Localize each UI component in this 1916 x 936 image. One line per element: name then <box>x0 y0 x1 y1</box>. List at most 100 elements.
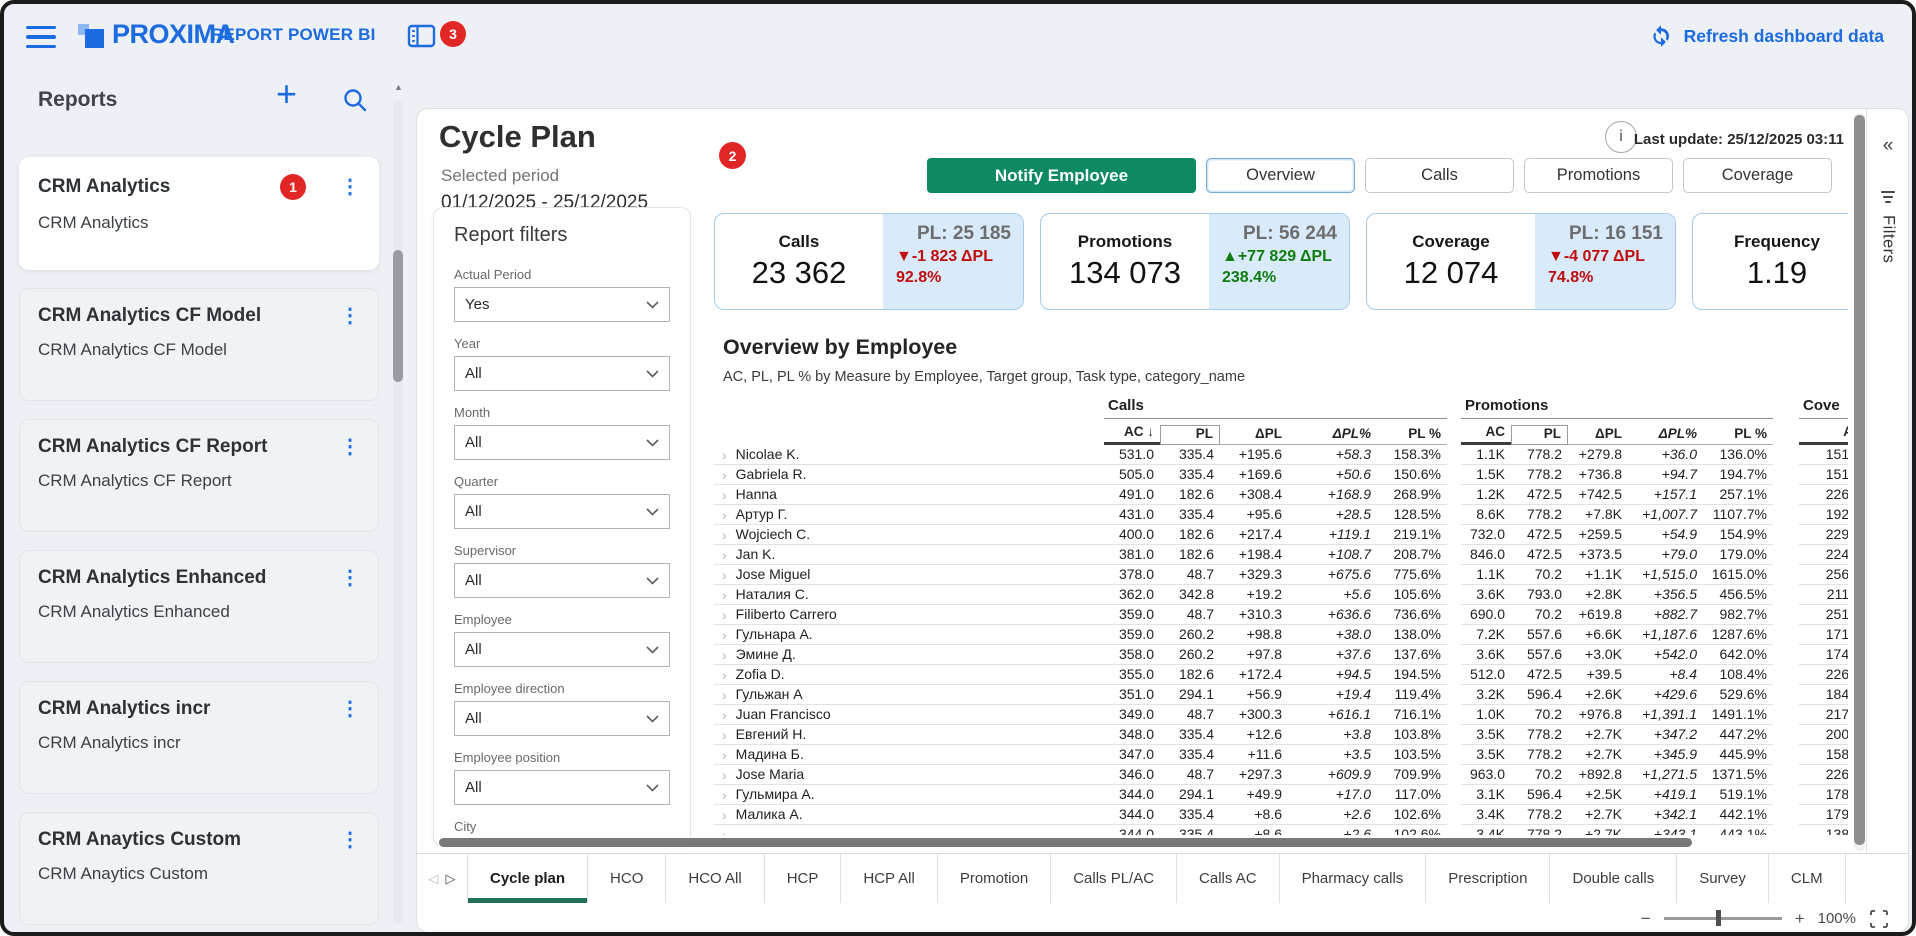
column-header[interactable]: ΔPL% <box>1288 426 1377 445</box>
row-expand-icon[interactable]: › <box>722 748 727 762</box>
table-row[interactable]: › Jose Miguel 378.048.7+329.3+675.6775.6… <box>714 565 1848 585</box>
table-row[interactable]: › Мадина Б. 347.0335.4+11.6+3.5103.5% 3.… <box>714 745 1848 765</box>
kebab-menu-icon[interactable]: ⋮ <box>340 306 360 326</box>
table-row[interactable]: › Juan Francisco 349.048.7+300.3+616.171… <box>714 705 1848 725</box>
column-header[interactable]: ΔPL <box>1220 426 1288 445</box>
column-header[interactable]: ΔPL <box>1568 426 1628 445</box>
tab-calls-pl-ac[interactable]: Calls PL/AC <box>1050 854 1176 903</box>
kebab-menu-icon[interactable]: ⋮ <box>340 830 360 850</box>
fullscreen-icon[interactable] <box>1869 909 1889 929</box>
row-expand-icon[interactable]: › <box>722 688 727 702</box>
expand-filters-icon[interactable]: « <box>1883 135 1894 157</box>
filter-select-employee-direction[interactable]: All <box>454 701 670 736</box>
kebab-menu-icon[interactable]: ⋮ <box>340 699 360 719</box>
zoom-slider-thumb[interactable] <box>1716 910 1721 926</box>
menu-icon[interactable] <box>26 26 56 48</box>
row-expand-icon[interactable]: › <box>722 588 727 602</box>
table-row[interactable]: › Наталия С. 362.0342.8+19.2+5.6105.6% 3… <box>714 585 1848 605</box>
table-row[interactable]: › 344.0335.4+8.6+2.6102.6% 3.4K778.2+2.7… <box>714 825 1848 835</box>
row-expand-icon[interactable]: › <box>722 528 727 542</box>
view-button-coverage[interactable]: Coverage <box>1683 158 1832 193</box>
report-card-crm-analytics-cf-model[interactable]: CRM Analytics CF Model ⋮ CRM Analytics C… <box>19 288 379 401</box>
add-report-button[interactable]: + <box>276 76 297 112</box>
table-row[interactable]: › Артур Г. 431.0335.4+95.6+28.5128.5% 8.… <box>714 505 1848 525</box>
kebab-menu-icon[interactable]: ⋮ <box>340 437 360 457</box>
table-row[interactable]: › Гульмира А. 344.0294.1+49.9+17.0117.0%… <box>714 785 1848 805</box>
zoom-in-button[interactable]: + <box>1795 910 1805 927</box>
tab-cycle-plan[interactable]: Cycle plan <box>467 854 587 903</box>
tab-nav-forward-icon[interactable]: ▷ <box>446 871 456 887</box>
scroll-up-icon[interactable]: ▲ <box>394 82 403 92</box>
tab-hco-all[interactable]: HCO All <box>665 854 763 903</box>
row-expand-icon[interactable]: › <box>722 448 727 462</box>
tab-hco[interactable]: HCO <box>587 854 665 903</box>
table-row[interactable]: › Wojciech C. 400.0182.6+217.4+119.1219.… <box>714 525 1848 545</box>
sidebar-scrollbar[interactable]: ▲ <box>393 100 403 924</box>
row-expand-icon[interactable]: › <box>722 508 727 522</box>
row-expand-icon[interactable]: › <box>722 708 727 722</box>
report-card-crm-analytics-enhanced[interactable]: CRM Analytics Enhanced ⋮ CRM Analytics E… <box>19 550 379 663</box>
column-header[interactable]: PL % <box>1377 426 1447 445</box>
view-button-calls[interactable]: Calls <box>1365 158 1514 193</box>
tab-nav-back-icon[interactable]: ◁ <box>429 871 439 887</box>
table-row[interactable]: › Nicolae K. 531.0335.4+195.6+58.3158.3%… <box>714 445 1848 465</box>
column-header[interactable]: AC <box>1461 424 1511 445</box>
report-card-crm-anaytics-custom[interactable]: CRM Anaytics Custom ⋮ CRM Anaytics Custo… <box>19 812 379 925</box>
filter-select-employee-position[interactable]: All <box>454 770 670 805</box>
row-expand-icon[interactable]: › <box>722 488 727 502</box>
sidebar-scrollbar-thumb[interactable] <box>393 250 403 382</box>
tab-clm[interactable]: CLM <box>1768 854 1846 903</box>
tab-hcp[interactable]: HCP <box>764 854 841 903</box>
column-header[interactable]: PL % <box>1703 426 1773 445</box>
report-card-crm-analytics-incr[interactable]: CRM Analytics incr ⋮ CRM Analytics incr <box>19 681 379 794</box>
view-button-overview[interactable]: Overview <box>1206 158 1355 193</box>
table-row[interactable]: › Zofia D. 355.0182.6+172.4+94.5194.5% 5… <box>714 665 1848 685</box>
filter-select-supervisor[interactable]: All <box>454 563 670 598</box>
filter-select-employee[interactable]: All <box>454 632 670 667</box>
view-button-promotions[interactable]: Promotions <box>1524 158 1673 193</box>
tab-pharmacy-calls[interactable]: Pharmacy calls <box>1279 854 1426 903</box>
report-card-crm-analytics[interactable]: CRM Analytics 1 ⋮ CRM Analytics <box>19 157 379 270</box>
table-row[interactable]: › Hanna 491.0182.6+308.4+168.9268.9% 1.2… <box>714 485 1848 505</box>
row-expand-icon[interactable]: › <box>722 628 727 642</box>
row-expand-icon[interactable]: › <box>722 608 727 622</box>
tab-calls-ac[interactable]: Calls AC <box>1176 854 1279 903</box>
table-row[interactable]: › Gabriela R. 505.0335.4+169.6+50.6150.6… <box>714 465 1848 485</box>
zoom-out-button[interactable]: − <box>1641 910 1651 927</box>
table-row[interactable]: › Эмине Д. 358.0260.2+97.8+37.6137.6% 3.… <box>714 645 1848 665</box>
table-row[interactable]: › Jan K. 381.0182.6+198.4+108.7208.7% 84… <box>714 545 1848 565</box>
column-header[interactable]: ΔPL% <box>1628 426 1703 445</box>
tab-promotion[interactable]: Promotion <box>937 854 1050 903</box>
notify-employee-button[interactable]: Notify Employee <box>927 158 1196 193</box>
vertical-scrollbar-thumb[interactable] <box>1854 115 1865 845</box>
zoom-slider[interactable] <box>1664 917 1782 920</box>
vertical-scrollbar[interactable] <box>1854 113 1865 851</box>
table-row[interactable]: › Гульнара А. 359.0260.2+98.8+38.0138.0%… <box>714 625 1848 645</box>
column-header[interactable]: A <box>1799 424 1848 445</box>
refresh-dashboard-button[interactable]: Refresh dashboard data <box>1648 23 1884 49</box>
filter-select-quarter[interactable]: All <box>454 494 670 529</box>
tab-double-calls[interactable]: Double calls <box>1549 854 1676 903</box>
kebab-menu-icon[interactable]: ⋮ <box>340 568 360 588</box>
row-expand-icon[interactable]: › <box>722 648 727 662</box>
info-icon[interactable]: i <box>1605 121 1637 153</box>
table-row[interactable]: › Гульжан А 351.0294.1+56.9+19.4119.4% 3… <box>714 685 1848 705</box>
row-expand-icon[interactable]: › <box>722 568 727 582</box>
row-expand-icon[interactable]: › <box>722 768 727 782</box>
table-row[interactable]: › Евгений Н. 348.0335.4+12.6+3.8103.8% 3… <box>714 725 1848 745</box>
table-row[interactable]: › Jose Maria 346.048.7+297.3+609.9709.9%… <box>714 765 1848 785</box>
tab-survey[interactable]: Survey <box>1676 854 1768 903</box>
tab-hcp-all[interactable]: HCP All <box>840 854 936 903</box>
row-expand-icon[interactable]: › <box>722 808 727 822</box>
search-icon[interactable] <box>342 87 369 119</box>
column-header[interactable]: PL <box>1160 425 1220 445</box>
filter-select-actual-period[interactable]: Yes <box>454 287 670 322</box>
table-row[interactable]: › Filiberto Carrero 359.048.7+310.3+636.… <box>714 605 1848 625</box>
column-header[interactable]: AC ↓ <box>1104 424 1160 445</box>
report-card-crm-analytics-cf-report[interactable]: CRM Analytics CF Report ⋮ CRM Analytics … <box>19 419 379 532</box>
tab-prescription[interactable]: Prescription <box>1425 854 1549 903</box>
row-expand-icon[interactable]: › <box>722 788 727 802</box>
filter-select-year[interactable]: All <box>454 356 670 391</box>
row-expand-icon[interactable]: › <box>722 668 727 682</box>
pages-panel-icon[interactable] <box>407 21 437 51</box>
